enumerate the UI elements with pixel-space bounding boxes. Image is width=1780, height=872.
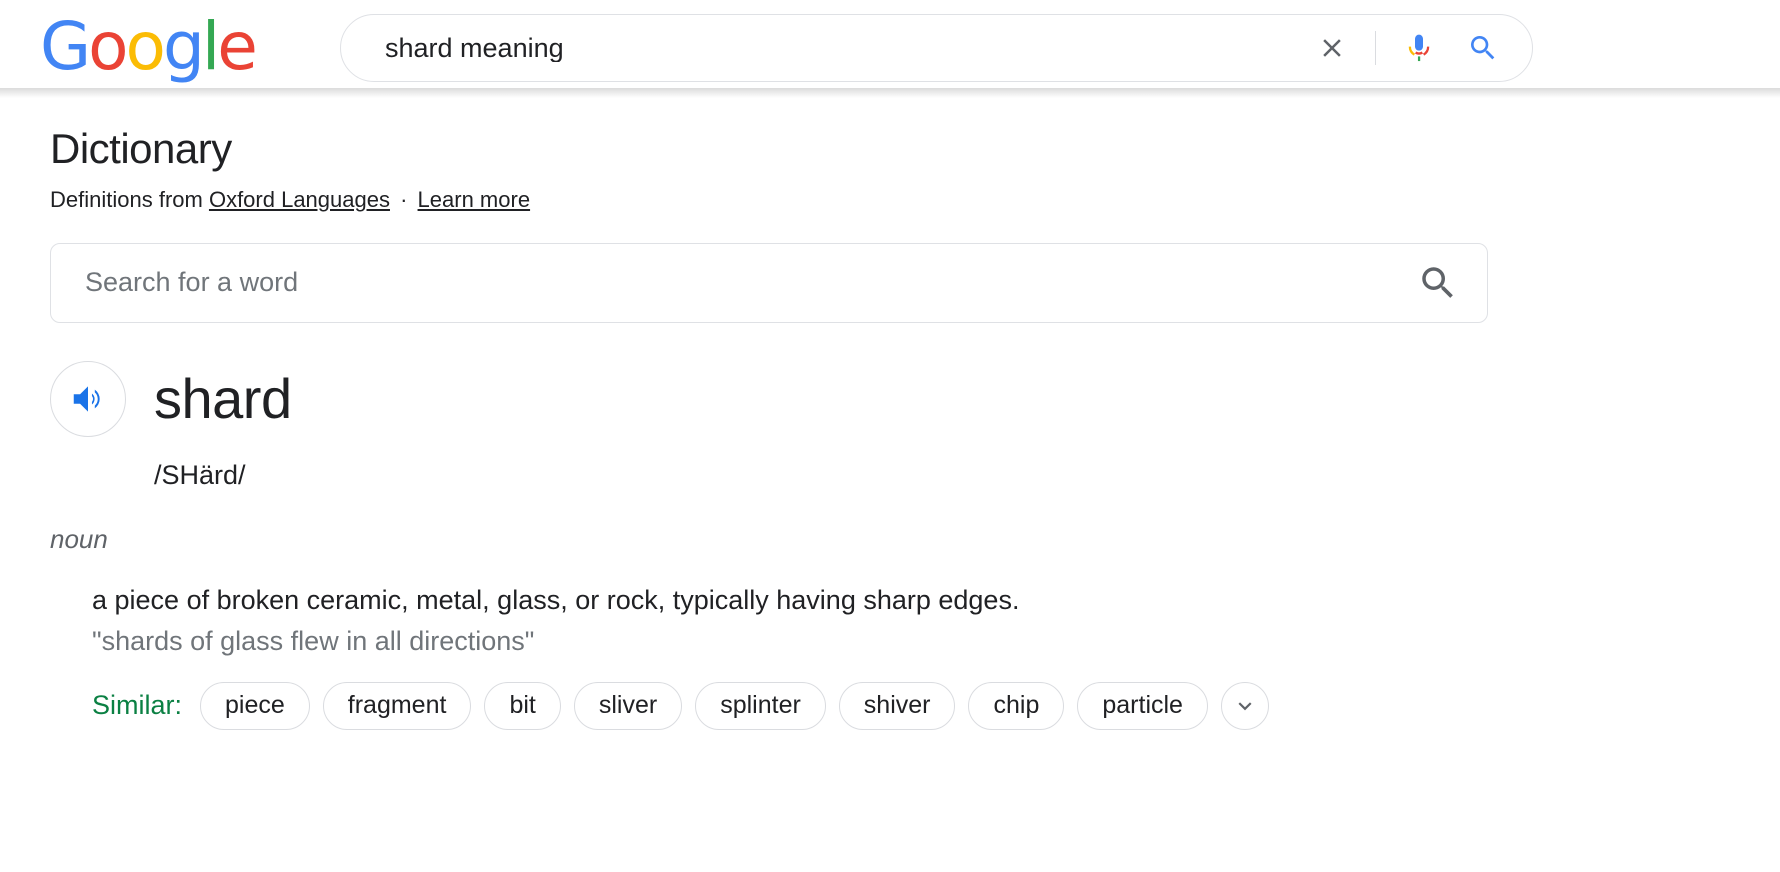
word-search-box[interactable]: Search for a word: [50, 242, 1488, 323]
search-icon[interactable]: [1460, 25, 1506, 71]
entry-header: shard: [50, 360, 1780, 437]
search-divider: [1375, 31, 1376, 65]
logo-letter-e: e: [217, 8, 258, 85]
word-search-input[interactable]: Search for a word: [85, 269, 1417, 296]
synonym-chip[interactable]: fragment: [322, 681, 472, 730]
attribution-prefix: Definitions from: [50, 187, 209, 213]
logo-letter-l: l: [201, 8, 220, 85]
page-header: Google shard meaning: [0, 0, 1780, 98]
chevron-down-icon[interactable]: [1220, 681, 1269, 730]
synonym-chip[interactable]: particle: [1077, 681, 1208, 730]
synonym-chip[interactable]: piece: [200, 681, 310, 730]
search-input[interactable]: shard meaning: [385, 35, 1309, 62]
search-icon[interactable]: [1417, 262, 1459, 304]
headword: shard: [154, 366, 292, 430]
part-of-speech: noun: [50, 524, 108, 555]
close-icon[interactable]: [1309, 25, 1355, 71]
definition-text: a piece of broken ceramic, metal, glass,…: [92, 585, 1020, 616]
synonym-chip[interactable]: sliver: [573, 681, 683, 730]
logo-letter-o1: o: [88, 8, 128, 85]
learn-more-link[interactable]: Learn more: [418, 187, 531, 212]
synonym-chip[interactable]: splinter: [695, 681, 826, 730]
synonym-chip[interactable]: bit: [484, 681, 561, 730]
speaker-icon[interactable]: [50, 360, 126, 437]
synonym-chip[interactable]: shiver: [838, 681, 956, 730]
oxford-languages-link[interactable]: Oxford Languages: [209, 187, 390, 212]
google-logo[interactable]: Google: [40, 8, 258, 85]
attribution: Definitions from Oxford Languages · Lear…: [50, 186, 1780, 215]
phonetic-spelling: /SHärd/: [154, 459, 246, 490]
example-text: "shards of glass flew in all directions": [92, 626, 535, 657]
similar-words-row: Similar: piece fragment bit sliver splin…: [92, 681, 1780, 730]
attribution-separator: ·: [393, 187, 414, 213]
logo-letter-g1: G: [40, 8, 91, 85]
synonym-chip[interactable]: chip: [968, 681, 1065, 730]
similar-label: Similar:: [92, 690, 183, 721]
page-title: Dictionary: [50, 125, 232, 172]
logo-letter-g2: g: [162, 8, 205, 85]
dictionary-panel: Dictionary Definitions from Oxford Langu…: [0, 98, 1780, 730]
logo-letter-o2: o: [125, 8, 166, 85]
microphone-icon[interactable]: [1396, 25, 1442, 71]
search-bar[interactable]: shard meaning: [340, 14, 1533, 82]
definition-block: a piece of broken ceramic, metal, glass,…: [92, 583, 1780, 659]
